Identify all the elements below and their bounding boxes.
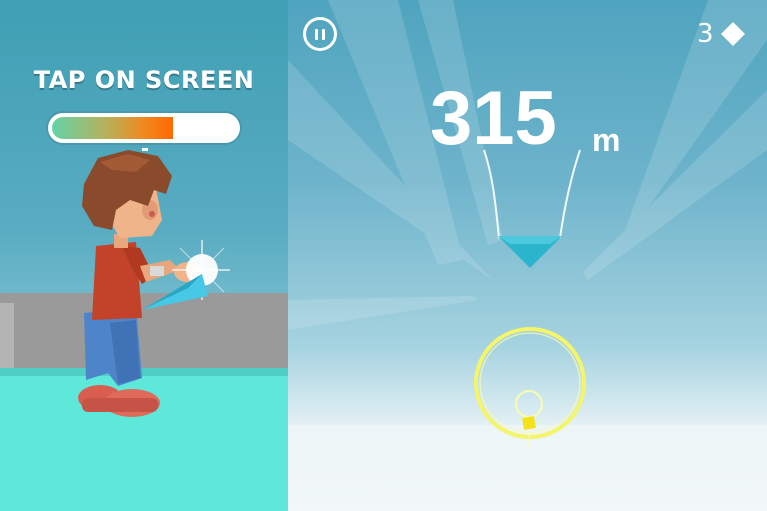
player-character xyxy=(78,150,230,417)
distance-value: 315 xyxy=(430,76,557,161)
gem-count: 3 xyxy=(697,19,714,49)
gem-counter: 3 xyxy=(697,18,746,50)
direction-pointer xyxy=(498,236,562,268)
distance-unit: m xyxy=(592,122,621,158)
shoes xyxy=(78,385,160,417)
pause-icon xyxy=(306,20,334,48)
power-meter-fill xyxy=(52,117,173,139)
power-meter xyxy=(48,113,240,143)
tap-instruction: TAP ON SCREEN xyxy=(33,66,255,94)
pause-button[interactable] xyxy=(303,17,337,51)
wall-edge xyxy=(0,303,14,373)
game-scene[interactable]: TAP ON SCREEN 3 315 m xyxy=(0,0,767,511)
light-rays xyxy=(288,0,767,330)
shirt xyxy=(92,242,154,320)
character-view: TAP ON SCREEN xyxy=(0,0,288,511)
diamond-icon xyxy=(720,22,745,46)
distance-display: 315 m xyxy=(430,74,630,164)
